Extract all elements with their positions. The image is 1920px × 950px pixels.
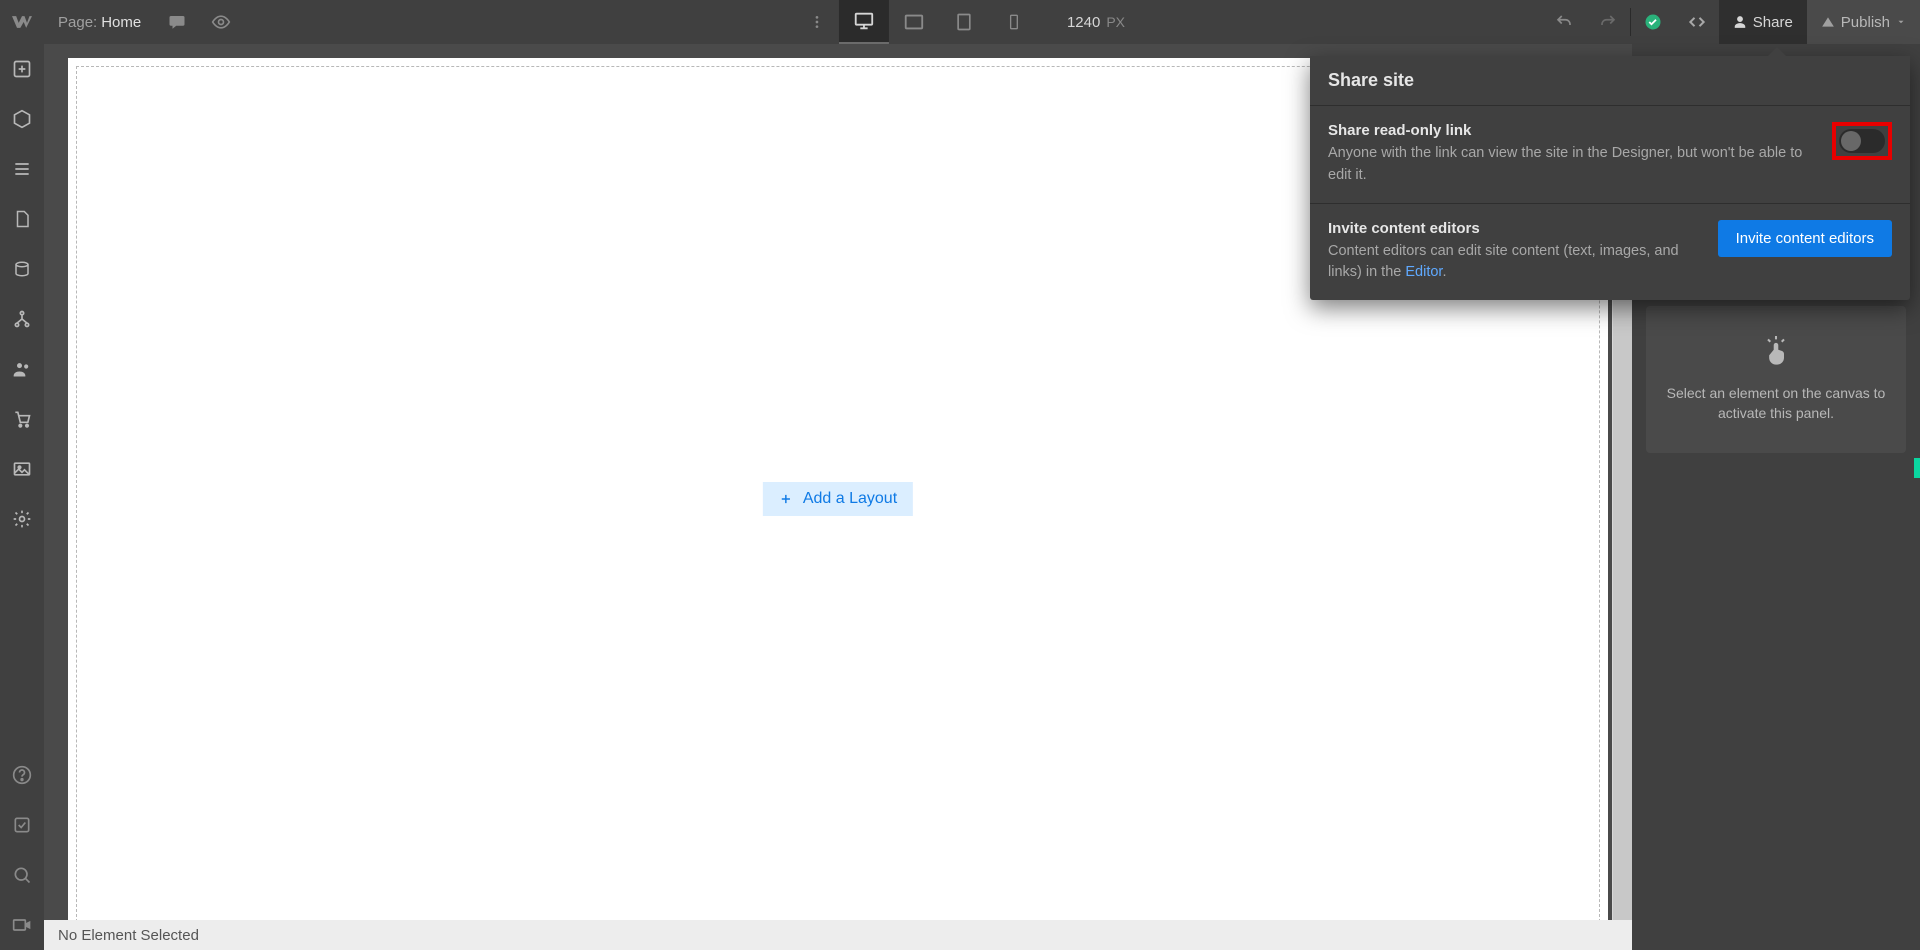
invite-content-editors-button[interactable]: Invite content editors (1718, 220, 1892, 257)
add-layout-label: Add a Layout (803, 490, 897, 508)
share-popover: Share site Share read-only link Anyone w… (1310, 56, 1910, 300)
right-accent-indicator (1914, 458, 1920, 478)
toggle-knob (1841, 131, 1861, 151)
device-mobile-button[interactable] (989, 0, 1039, 44)
add-layout-button[interactable]: Add a Layout (763, 482, 913, 516)
share-editors-section: Invite content editors Content editors c… (1310, 204, 1910, 301)
publish-button-label: Publish (1841, 14, 1890, 31)
cms-button[interactable] (0, 244, 44, 294)
editor-link[interactable]: Editor (1405, 264, 1442, 280)
canvas-width-unit: PX (1106, 14, 1125, 30)
share-button-label: Share (1753, 14, 1793, 31)
publish-button[interactable]: Publish (1807, 0, 1920, 44)
users-button[interactable] (0, 344, 44, 394)
comments-icon[interactable] (155, 0, 199, 44)
device-tablet-portrait-button[interactable] (939, 0, 989, 44)
video-button[interactable] (0, 900, 44, 950)
add-element-button[interactable] (0, 44, 44, 94)
structure-button[interactable] (0, 294, 44, 344)
topbar-center: 1240 PX (795, 0, 1125, 44)
topbar-right: Share Publish (1542, 0, 1920, 44)
search-button[interactable] (0, 850, 44, 900)
status-ok-icon[interactable] (1631, 0, 1675, 44)
assets-button[interactable] (0, 444, 44, 494)
webflow-logo[interactable] (0, 0, 44, 44)
share-readonly-title: Share read-only link (1328, 122, 1816, 139)
ecommerce-button[interactable] (0, 394, 44, 444)
symbols-button[interactable] (0, 94, 44, 144)
left-rail (0, 44, 44, 950)
device-tablet-landscape-button[interactable] (889, 0, 939, 44)
canvas-size[interactable]: 1240 PX (1067, 14, 1125, 31)
topbar-left: Page: Home (0, 0, 243, 44)
share-button[interactable]: Share (1719, 0, 1807, 44)
right-panel-empty-text: Select an element on the canvas to activ… (1666, 384, 1886, 423)
undo-button[interactable] (1542, 0, 1586, 44)
share-readonly-toggle[interactable] (1839, 129, 1885, 153)
navigator-button[interactable] (0, 144, 44, 194)
settings-button[interactable] (0, 494, 44, 544)
breadcrumb-status: No Element Selected (58, 927, 199, 944)
share-readonly-desc: Anyone with the link can view the site i… (1328, 143, 1816, 187)
device-desktop-button[interactable] (839, 0, 889, 44)
share-editors-desc: Content editors can edit site content (t… (1328, 241, 1702, 285)
right-panel-empty-card: Select an element on the canvas to activ… (1646, 306, 1906, 453)
breadcrumb-bar: No Element Selected (44, 920, 1632, 950)
share-editors-title: Invite content editors (1328, 220, 1702, 237)
page-name[interactable]: Home (101, 14, 155, 31)
pages-button[interactable] (0, 194, 44, 244)
more-vertical-icon[interactable] (795, 0, 839, 44)
export-code-button[interactable] (1675, 0, 1719, 44)
share-readonly-section: Share read-only link Anyone with the lin… (1310, 106, 1910, 204)
top-bar: Page: Home 1240 PX (0, 0, 1920, 44)
help-button[interactable] (0, 750, 44, 800)
preview-icon[interactable] (199, 0, 243, 44)
page-label: Page: (44, 14, 101, 31)
share-popover-title: Share site (1310, 56, 1910, 106)
canvas-width-value: 1240 (1067, 14, 1100, 31)
audit-button[interactable] (0, 800, 44, 850)
share-readonly-toggle-highlight (1832, 122, 1892, 160)
redo-button[interactable] (1586, 0, 1630, 44)
